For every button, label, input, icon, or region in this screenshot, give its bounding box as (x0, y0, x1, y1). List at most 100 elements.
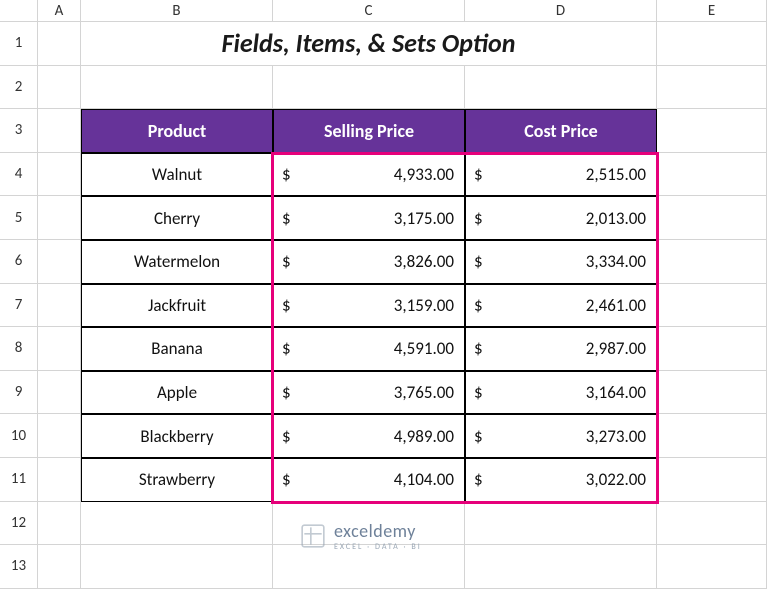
cell-c2[interactable] (273, 66, 465, 110)
cell-a1[interactable] (38, 22, 81, 66)
table-header-product[interactable]: Product (81, 109, 273, 153)
watermark: exceldemy EXCEL · DATA · BI (300, 520, 422, 552)
cell-d12[interactable] (465, 502, 657, 546)
cell-a6[interactable] (38, 240, 81, 284)
cost-cell[interactable]: $2,461.00 (465, 284, 657, 328)
cell-b13[interactable] (81, 545, 273, 589)
cost-cell[interactable]: $3,022.00 (465, 458, 657, 502)
product-cell[interactable]: Blackberry (81, 414, 273, 458)
selling-cell[interactable]: $3,765.00 (273, 371, 465, 415)
cost-value: 3,022.00 (586, 469, 646, 490)
row-header-13[interactable]: 13 (0, 545, 38, 589)
row-header-2[interactable]: 2 (0, 66, 38, 110)
col-header-d[interactable]: D (465, 0, 657, 22)
selling-cell[interactable]: $4,591.00 (273, 327, 465, 371)
cost-value: 2,013.00 (586, 208, 646, 229)
cost-cell[interactable]: $2,515.00 (465, 153, 657, 197)
cell-e7[interactable] (657, 284, 767, 328)
cell-a12[interactable] (38, 502, 81, 546)
product-cell[interactable]: Apple (81, 371, 273, 415)
product-cell[interactable]: Strawberry (81, 458, 273, 502)
cell-d13[interactable] (465, 545, 657, 589)
currency-symbol: $ (282, 208, 291, 229)
cell-e6[interactable] (657, 240, 767, 284)
table-header-selling[interactable]: Selling Price (273, 109, 465, 153)
cost-value: 3,164.00 (586, 382, 646, 403)
cell-a4[interactable] (38, 153, 81, 197)
cell-e1[interactable] (657, 22, 767, 66)
product-cell[interactable]: Watermelon (81, 240, 273, 284)
cost-cell[interactable]: $2,013.00 (465, 196, 657, 240)
cost-cell[interactable]: $3,273.00 (465, 414, 657, 458)
cell-d2[interactable] (465, 66, 657, 110)
currency-symbol: $ (474, 164, 483, 185)
col-header-c[interactable]: C (273, 0, 465, 22)
cell-a13[interactable] (38, 545, 81, 589)
cell-a8[interactable] (38, 327, 81, 371)
currency-symbol: $ (282, 295, 291, 316)
col-header-b[interactable]: B (81, 0, 273, 22)
cell-a2[interactable] (38, 66, 81, 110)
cell-e8[interactable] (657, 327, 767, 371)
currency-symbol: $ (282, 382, 291, 403)
cell-e13[interactable] (657, 545, 767, 589)
selling-value: 3,765.00 (394, 382, 454, 403)
row-header-11[interactable]: 11 (0, 458, 38, 502)
row-header-3[interactable]: 3 (0, 109, 38, 153)
currency-symbol: $ (474, 295, 483, 316)
row-header-12[interactable]: 12 (0, 502, 38, 546)
product-cell[interactable]: Walnut (81, 153, 273, 197)
spreadsheet-icon (300, 523, 326, 549)
cell-e11[interactable] (657, 458, 767, 502)
cost-value: 2,515.00 (586, 164, 646, 185)
row-header-10[interactable]: 10 (0, 414, 38, 458)
currency-symbol: $ (282, 338, 291, 359)
cell-b12[interactable] (81, 502, 273, 546)
cell-a10[interactable] (38, 414, 81, 458)
selling-cell[interactable]: $3,826.00 (273, 240, 465, 284)
row-header-8[interactable]: 8 (0, 327, 38, 371)
cell-e12[interactable] (657, 502, 767, 546)
selling-cell[interactable]: $4,104.00 (273, 458, 465, 502)
row-header-7[interactable]: 7 (0, 284, 38, 328)
currency-symbol: $ (474, 338, 483, 359)
col-header-a[interactable]: A (38, 0, 81, 22)
row-header-4[interactable]: 4 (0, 153, 38, 197)
currency-symbol: $ (282, 469, 291, 490)
cell-e4[interactable] (657, 153, 767, 197)
selling-cell[interactable]: $4,933.00 (273, 153, 465, 197)
product-cell[interactable]: Jackfruit (81, 284, 273, 328)
selling-cell[interactable]: $3,159.00 (273, 284, 465, 328)
cost-value: 3,273.00 (586, 426, 646, 447)
product-cell[interactable]: Cherry (81, 196, 273, 240)
row-header-5[interactable]: 5 (0, 196, 38, 240)
title-cell[interactable]: Fields, Items, & Sets Option (81, 22, 657, 66)
cost-cell[interactable]: $2,987.00 (465, 327, 657, 371)
cell-e10[interactable] (657, 414, 767, 458)
cell-e9[interactable] (657, 371, 767, 415)
cell-e2[interactable] (657, 66, 767, 110)
cost-cell[interactable]: $3,164.00 (465, 371, 657, 415)
cell-a9[interactable] (38, 371, 81, 415)
col-header-e[interactable]: E (657, 0, 767, 22)
cell-a5[interactable] (38, 196, 81, 240)
currency-symbol: $ (474, 208, 483, 229)
cell-e3[interactable] (657, 109, 767, 153)
product-cell[interactable]: Banana (81, 327, 273, 371)
cost-value: 2,461.00 (586, 295, 646, 316)
select-all-corner[interactable] (0, 0, 38, 22)
row-header-6[interactable]: 6 (0, 240, 38, 284)
selling-value: 4,933.00 (394, 164, 454, 185)
selling-cell[interactable]: $3,175.00 (273, 196, 465, 240)
cost-cell[interactable]: $3,334.00 (465, 240, 657, 284)
spreadsheet-grid: A B C D E 1 Fields, Items, & Sets Option… (0, 0, 767, 589)
table-header-cost[interactable]: Cost Price (465, 109, 657, 153)
cell-a11[interactable] (38, 458, 81, 502)
row-header-9[interactable]: 9 (0, 371, 38, 415)
cell-e5[interactable] (657, 196, 767, 240)
cell-b2[interactable] (81, 66, 273, 110)
cell-a3[interactable] (38, 109, 81, 153)
selling-cell[interactable]: $4,989.00 (273, 414, 465, 458)
cell-a7[interactable] (38, 284, 81, 328)
row-header-1[interactable]: 1 (0, 22, 38, 66)
